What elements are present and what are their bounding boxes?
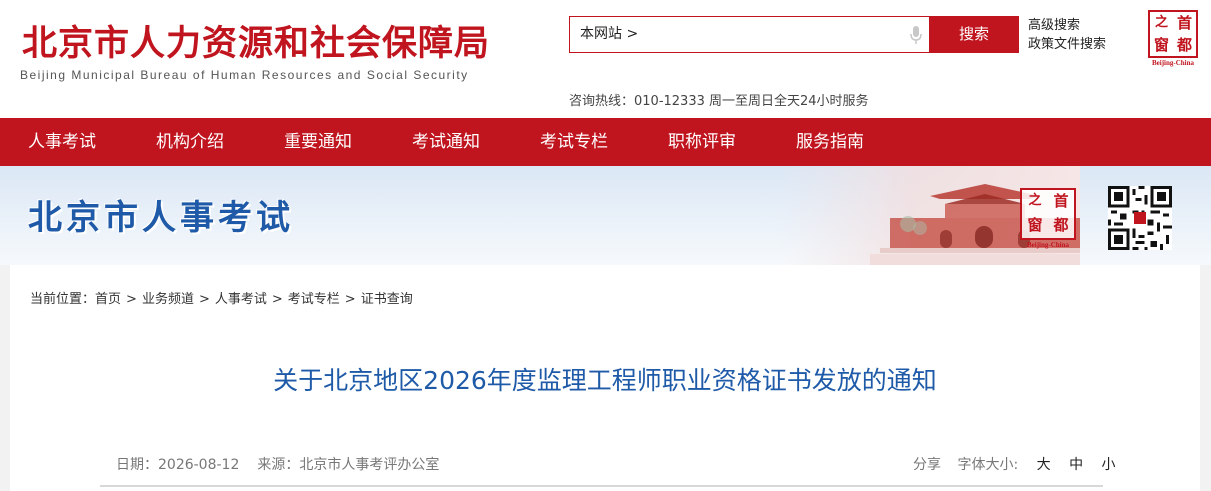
breadcrumb-separator: > (271, 292, 283, 307)
seal-caption: Beijing-China (1151, 59, 1194, 67)
breadcrumb-exams[interactable]: 人事考试 (215, 292, 267, 307)
breadcrumb-certificate-query[interactable]: 证书查询 (361, 292, 413, 307)
article-date: 日期：2026-08-12 (116, 457, 240, 473)
section-banner: 北京市人事考试 之 首 窗 都 Beijing-China (0, 166, 1211, 265)
breadcrumb-separator: > (344, 292, 356, 307)
search-input[interactable]: 本网站 > (569, 16, 929, 53)
nav-item-service-guide[interactable]: 服务指南 (796, 118, 864, 166)
font-size-label: 字体大小: (957, 457, 1019, 473)
advanced-search-link[interactable]: 高级搜索 (1028, 16, 1106, 35)
search-button[interactable]: 搜索 (929, 16, 1019, 53)
nav-item-exams[interactable]: 人事考试 (28, 118, 96, 166)
font-size-medium-button[interactable]: 中 (1069, 457, 1083, 473)
breadcrumb-separator: > (126, 292, 137, 307)
content-area: 当前位置：首页 > 业务频道 > 人事考试 > 考试专栏 > 证书查询 关于北京地区2026年度… (0, 265, 1211, 491)
breadcrumb-business[interactable]: 业务频道 (142, 292, 194, 307)
font-size-small-button[interactable]: 小 (1102, 457, 1116, 473)
site-title[interactable]: 北京市人力资源和社会保障局 (22, 22, 490, 66)
banner-seal-logo: 之 首 窗 都 Beijing-China (1020, 188, 1076, 258)
banner-title: 北京市人事考试 (28, 198, 294, 238)
main-nav: 人事考试 机构介绍 重要通知 考试通知 考试专栏 职称评审 服务指南 (0, 118, 1211, 166)
capital-window-logo[interactable]: 之 首 窗 都 Beijing-China (1148, 10, 1198, 68)
hotline-text: 咨询热线：010-12333 周一至周日全天24小时服务 (569, 94, 869, 109)
breadcrumb-separator: > (198, 292, 210, 307)
site-header: 北京市人力资源和社会保障局 Beijing Municipal Bureau o… (0, 0, 1211, 118)
article-tools: 分享 字体大小: 大 中 小 (913, 454, 1116, 474)
site-subtitle: Beijing Municipal Bureau of Human Resour… (20, 68, 469, 82)
divider (100, 485, 1103, 487)
article-panel: 当前位置：首页 > 业务频道 > 人事考试 > 考试专栏 > 证书查询 关于北京地区2026年度… (10, 265, 1200, 491)
article-source: 来源：北京市人事考评办公室 (257, 457, 440, 473)
search-scope-select[interactable]: 本网站 > (580, 23, 638, 43)
search-links: 高级搜索 政策文件搜索 (1028, 16, 1106, 54)
nav-item-title-review[interactable]: 职称评审 (668, 118, 736, 166)
banner-seal-mark: 之 首 窗 都 (1020, 188, 1076, 240)
microphone-icon[interactable] (909, 25, 923, 45)
breadcrumb: 当前位置：首页 > 业务频道 > 人事考试 > 考试专栏 > 证书查询 (30, 288, 413, 307)
share-button[interactable]: 分享 (913, 457, 941, 473)
nav-item-exam-notices[interactable]: 考试通知 (412, 118, 480, 166)
breadcrumb-label: 当前位置： (30, 292, 96, 307)
font-size-large-button[interactable]: 大 (1037, 457, 1051, 473)
seal-mark: 之 首 窗 都 (1148, 10, 1198, 58)
nav-item-about[interactable]: 机构介绍 (156, 118, 224, 166)
article-meta: 日期：2026-08-12 来源：北京市人事考评办公室 (116, 454, 439, 474)
nav-item-notices[interactable]: 重要通知 (284, 118, 352, 166)
policy-search-link[interactable]: 政策文件搜索 (1028, 35, 1106, 54)
article-title: 关于北京地区2026年度监理工程师职业资格证书发放的通知 (273, 366, 937, 395)
qr-code-icon (1108, 186, 1172, 250)
breadcrumb-home[interactable]: 首页 (95, 292, 121, 307)
breadcrumb-exam-column[interactable]: 考试专栏 (288, 292, 340, 307)
banner-seal-caption: Beijing-China (1026, 241, 1069, 249)
nav-item-exam-column[interactable]: 考试专栏 (540, 118, 608, 166)
